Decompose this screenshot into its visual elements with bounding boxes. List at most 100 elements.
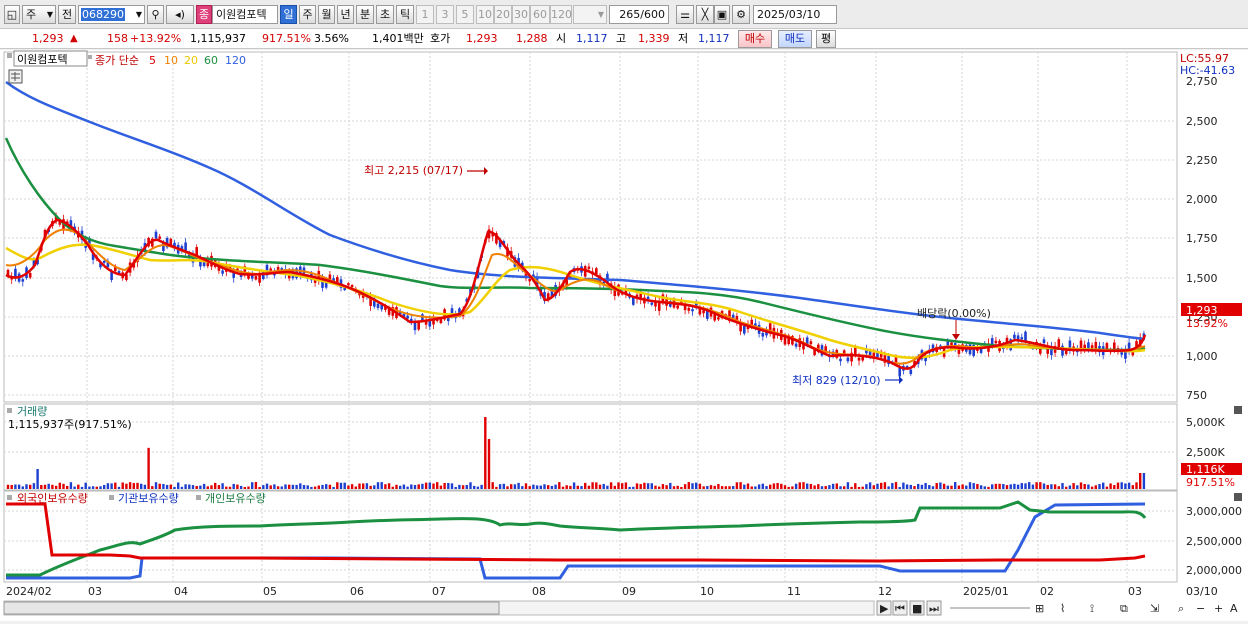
volume-bar <box>680 486 683 489</box>
volume-bar <box>806 483 809 489</box>
volume-bar <box>117 486 121 489</box>
interval-month-tab[interactable]: 월 <box>318 5 335 24</box>
volume-bar <box>661 484 665 489</box>
prev-button[interactable]: 전 <box>58 5 76 24</box>
volume-bar <box>43 484 47 489</box>
interval-year-tab[interactable]: 년 <box>337 5 354 24</box>
x-label-04: 04 <box>174 585 188 598</box>
volume-bar <box>6 484 10 489</box>
date-field[interactable]: 2025/03/10 <box>753 5 837 24</box>
interval-minute-tab[interactable]: 분 <box>356 5 374 24</box>
y-tick-1750: 1,750 <box>1186 232 1218 245</box>
num-5-button[interactable]: 5 <box>456 5 474 24</box>
chart-scrollbar[interactable] <box>3 600 875 616</box>
volume-bar <box>635 483 639 489</box>
volume-bar <box>1046 484 1049 489</box>
volume-bar <box>513 484 517 489</box>
volume-bar <box>935 482 938 489</box>
volume-bar <box>1087 484 1090 489</box>
num-30-button[interactable]: 30 <box>512 5 530 24</box>
volume-bar <box>106 483 110 489</box>
volume-bar <box>14 484 17 489</box>
gear-icon[interactable]: ⚙ <box>732 5 750 24</box>
x-axis: 2024/02 03 04 05 06 07 08 09 10 11 12 20… <box>6 585 1218 598</box>
panel-close-icon[interactable] <box>1234 406 1242 414</box>
volume-bar <box>1124 483 1127 489</box>
volume-bar <box>25 484 28 489</box>
zoom-in-icon[interactable]: + <box>1214 602 1223 615</box>
indicator-icon[interactable]: ⚌ <box>676 5 694 24</box>
volume-bar <box>214 482 217 489</box>
chart-toolbar: ◱ 주 ▼ 전 068290 ▼ ⚲ ◂) 종 이원컴포텍 일 주 월 년 분 초 … <box>0 0 1248 29</box>
price-axis: LC:55.97 HC:-41.63 2,750 2,500 2,250 2,0… <box>1180 52 1242 402</box>
buy-button[interactable]: 매수 <box>738 30 772 48</box>
crosshair-icon[interactable]: ⊞ <box>1035 602 1044 615</box>
volume-bar <box>939 482 942 489</box>
stock-name-field[interactable]: 이원컴포텍 <box>212 5 278 24</box>
interval-second-tab[interactable]: 초 <box>376 5 394 24</box>
candle-body <box>28 273 32 278</box>
search-icon[interactable]: ⚲ <box>147 5 164 24</box>
volume-bar <box>354 486 357 489</box>
volume-bar <box>1109 483 1112 489</box>
eval-button[interactable]: 평 <box>816 30 836 48</box>
volume-bar <box>772 483 776 489</box>
chart-svg[interactable]: 최고 2,215 (07/17) 최저 829 (12/10) 배당락(0.00… <box>0 50 1248 621</box>
sell-button[interactable]: 매도 <box>778 30 812 48</box>
volume-bar <box>273 484 276 489</box>
x-label-2025-01: 2025/01 <box>963 585 1009 598</box>
speaker-icon[interactable]: ◂) <box>166 5 194 24</box>
dividend-annotation: 배당락(0.00%) <box>917 307 991 320</box>
scroll-thumb[interactable] <box>3 601 500 615</box>
zoom-icon[interactable]: ⌕ <box>1178 602 1184 615</box>
volume-bar <box>672 486 676 489</box>
volume-tag: 1,116K <box>1186 463 1225 476</box>
volume-bar <box>891 483 894 489</box>
font-size-icon[interactable]: A <box>1230 602 1238 615</box>
volume-bar <box>994 483 998 489</box>
num-120-button[interactable]: 120 <box>550 5 572 24</box>
period-type-select[interactable]: 주 ▼ <box>22 5 56 24</box>
volume-bar <box>310 486 313 489</box>
volume-ratio: 917.51% <box>262 32 311 45</box>
panel-close-icon[interactable] <box>1234 493 1242 501</box>
foreign-legend: 외국인보유수량 <box>17 492 88 505</box>
save-icon[interactable]: ▣ <box>714 5 730 24</box>
volume-bar <box>243 486 246 489</box>
volume-bar <box>565 485 568 489</box>
volume-bar <box>905 484 909 489</box>
volume-bar <box>313 486 317 489</box>
volume-bar <box>617 482 620 489</box>
num-60-button[interactable]: 60 <box>530 5 550 24</box>
count-field[interactable]: 265/600 <box>609 5 669 24</box>
volume-bar <box>846 482 850 489</box>
volume-bar <box>547 485 550 489</box>
volume-bar <box>769 484 772 489</box>
zoom-out-icon[interactable]: − <box>1196 602 1205 615</box>
compare-icon[interactable]: ⧉ <box>1120 602 1128 615</box>
volume-bar <box>365 483 369 489</box>
num-10-button[interactable]: 10 <box>476 5 494 24</box>
trend-tool-icon[interactable]: ⌇ <box>1060 602 1065 615</box>
candle-body <box>846 357 850 362</box>
custom-interval-select[interactable]: ▼ <box>573 5 607 24</box>
stock-code-input[interactable]: 068290 ▼ <box>78 5 145 24</box>
interval-tick-tab[interactable]: 틱 <box>396 5 414 24</box>
num-1-button[interactable]: 1 <box>416 5 434 24</box>
chart-area[interactable]: 최고 2,215 (07/17) 최저 829 (12/10) 배당락(0.00… <box>0 50 1248 621</box>
draw-tool-icon[interactable]: ╳ <box>696 5 714 24</box>
num-3-button[interactable]: 3 <box>436 5 454 24</box>
low-annotation: 최저 829 (12/10) <box>792 374 881 387</box>
volume-bar <box>802 482 805 489</box>
window-layout-icon[interactable]: ◱ <box>4 5 20 24</box>
measure-icon[interactable]: ⟟ <box>1090 602 1094 615</box>
high-price: 1,339 <box>638 32 670 45</box>
volume-bar <box>732 486 735 489</box>
candle-body <box>657 302 661 311</box>
interval-week-tab[interactable]: 주 <box>299 5 316 24</box>
pct-tag: 13.92% <box>1186 317 1228 330</box>
export-icon[interactable]: ⇲ <box>1150 602 1159 615</box>
volume-bar <box>602 483 605 489</box>
num-20-button[interactable]: 20 <box>494 5 512 24</box>
interval-day-tab[interactable]: 일 <box>280 5 297 24</box>
